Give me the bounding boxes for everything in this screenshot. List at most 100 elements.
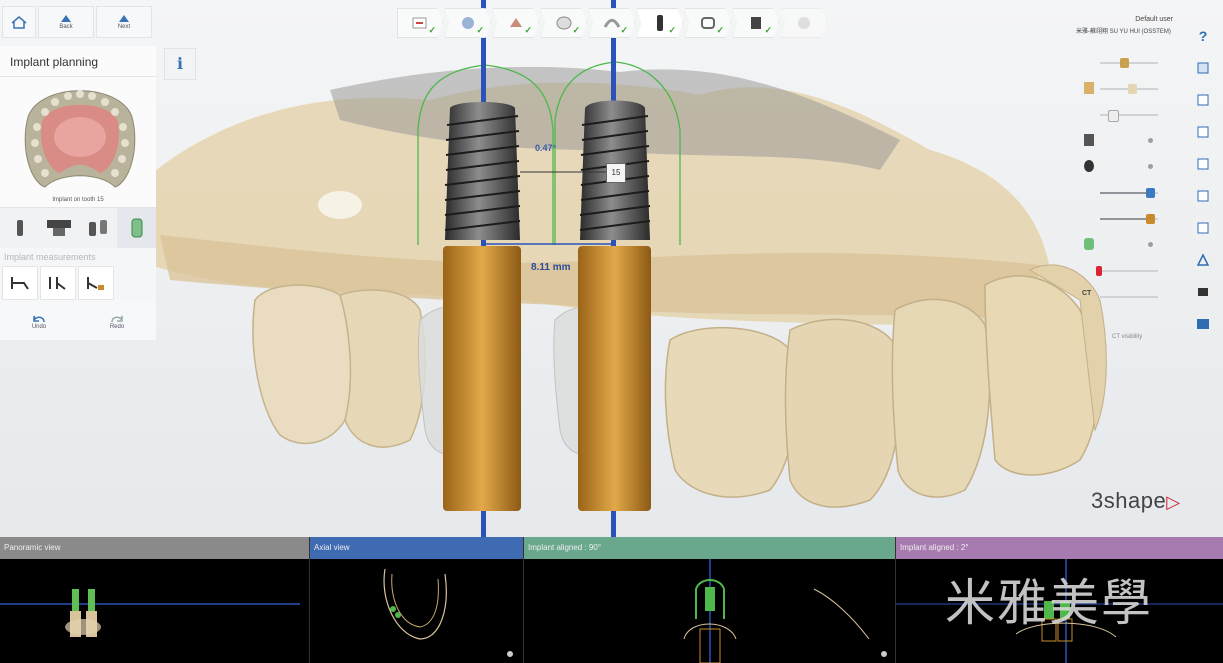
multi-implant-tool-button[interactable]: [78, 208, 117, 248]
view-header: Axial view: [310, 537, 523, 559]
slider-knob[interactable]: [1146, 188, 1155, 198]
slider-knob[interactable]: [1096, 266, 1102, 276]
sleeve-icon: [131, 218, 142, 238]
back-button[interactable]: Back: [38, 6, 94, 38]
brand-arrow-icon: ▷: [1166, 492, 1181, 512]
help-button[interactable]: ?: [1188, 20, 1218, 52]
screenshot-button[interactable]: [1188, 244, 1218, 276]
next-arrow-icon: [119, 14, 129, 22]
implant-pair-icon: [88, 220, 107, 236]
snapshot-icon: [1197, 319, 1209, 329]
home-icon: [11, 16, 27, 29]
undo-button[interactable]: Undo: [0, 304, 78, 340]
panoramic-view[interactable]: Panoramic view: [0, 537, 310, 663]
step-scan-import[interactable]: ✓: [397, 8, 443, 38]
view-top-button[interactable]: [1188, 180, 1218, 212]
step-guide-design[interactable]: ✓: [733, 8, 779, 38]
implant-aligned-view-1[interactable]: Implant aligned : 90°: [524, 537, 896, 663]
step-export[interactable]: [781, 8, 827, 38]
angle-measure-icon: [49, 277, 66, 290]
check-icon: ✓: [524, 25, 532, 35]
watermark: 米雅美學: [945, 574, 1153, 632]
view-bottom-button[interactable]: [1188, 212, 1218, 244]
upper-jaw-icon: [24, 90, 136, 188]
view-header: Panoramic view: [0, 537, 309, 559]
slider-knob[interactable]: [1120, 58, 1129, 68]
undo-label: Undo: [31, 324, 47, 330]
angle-label: 0.47°: [535, 143, 557, 153]
implant-tools: [0, 207, 156, 248]
check-icon: ✓: [668, 25, 676, 35]
sleeve-icon: [1084, 82, 1094, 94]
distance-label: 8.11 mm: [531, 262, 571, 273]
view-left-button[interactable]: [1188, 116, 1218, 148]
step-segmentation[interactable]: ✓: [493, 8, 539, 38]
check-icon: ✓: [620, 25, 628, 35]
view-cube-icon: [1197, 62, 1209, 74]
abutment-tool-button[interactable]: [39, 208, 78, 248]
home-button[interactable]: [2, 6, 36, 38]
slider-row[interactable]: [1078, 258, 1178, 284]
alignment-icon: [462, 17, 474, 29]
guide-icon: [1084, 134, 1094, 146]
next-button[interactable]: Next: [96, 6, 152, 38]
measurements-label: Implant measurements: [0, 248, 156, 266]
view-right-button[interactable]: [1188, 148, 1218, 180]
brand-logo: 3shape▷: [1091, 488, 1181, 514]
jaw-scene: [150, 0, 1107, 537]
brand-name: 3shape: [1091, 488, 1167, 513]
step-alignment[interactable]: ✓: [445, 8, 491, 38]
toggle-row[interactable]: [1078, 128, 1178, 154]
slider-row[interactable]: [1078, 206, 1178, 232]
view-front-button[interactable]: [1188, 52, 1218, 84]
right-toolbar: ?: [1188, 20, 1218, 340]
slider-knob[interactable]: [1108, 110, 1119, 122]
toggle-row[interactable]: [1078, 154, 1178, 180]
jaw-thumbnail[interactable]: Implant on tooth 15: [0, 77, 156, 207]
ct-slider-row[interactable]: CT: [1078, 284, 1178, 310]
check-icon: ✓: [476, 25, 484, 35]
visibility-dot[interactable]: [1148, 164, 1153, 169]
step-nerve-canal[interactable]: ✓: [589, 8, 635, 38]
tooth-number-label: 15: [606, 163, 626, 183]
3d-viewport[interactable]: 0.47° 15 8.11 mm Back Next Implant plann…: [0, 0, 1223, 537]
redo-button[interactable]: Redo: [78, 304, 156, 340]
distance-measure-button[interactable]: [2, 266, 38, 300]
back-arrow-icon: [61, 14, 71, 22]
axial-view[interactable]: Axial view: [310, 537, 524, 663]
nerve-measure-button[interactable]: [78, 266, 114, 300]
ct-label: CT: [1082, 290, 1092, 297]
panel-title: Implant planning: [0, 46, 156, 77]
visibility-dot[interactable]: [1148, 138, 1153, 143]
step-crown-design[interactable]: ✓: [541, 8, 587, 38]
segmentation-icon: [510, 18, 522, 27]
slider-row[interactable]: [1078, 50, 1178, 76]
user-name: 米雅-蘇翊翔 SU YU HUI (OSSTEM): [1076, 29, 1171, 35]
angle-measure-button[interactable]: [40, 266, 76, 300]
slider-row[interactable]: [1078, 76, 1178, 102]
redo-label: Redo: [109, 324, 125, 330]
sleeve: [578, 246, 651, 511]
check-icon: ✓: [764, 25, 772, 35]
view-back-button[interactable]: [1188, 84, 1218, 116]
undo-icon: [33, 315, 45, 323]
implant-tool-button[interactable]: [0, 208, 39, 248]
visibility-dot[interactable]: [1148, 242, 1153, 247]
snapshot-button[interactable]: [1188, 308, 1218, 340]
panoramic-render: [0, 589, 300, 637]
check-icon: ✓: [716, 25, 724, 35]
slider-row[interactable]: [1078, 102, 1178, 128]
step-implant-planning[interactable]: ✓: [637, 8, 683, 38]
toggle-row[interactable]: [1078, 232, 1178, 258]
scan-import-icon: [412, 17, 427, 29]
slider-knob[interactable]: [1146, 214, 1155, 224]
tooth: [664, 326, 796, 498]
slider-row[interactable]: [1078, 180, 1178, 206]
info-button[interactable]: i: [164, 48, 196, 80]
step-sleeve[interactable]: ✓: [685, 8, 731, 38]
cut-view-button[interactable]: [1188, 276, 1218, 308]
sleeve-tool-button[interactable]: [117, 208, 156, 248]
slider-knob[interactable]: [1128, 84, 1137, 94]
ct-visibility-toggle[interactable]: CT visibility: [1112, 334, 1142, 340]
axial-render: [383, 568, 513, 657]
